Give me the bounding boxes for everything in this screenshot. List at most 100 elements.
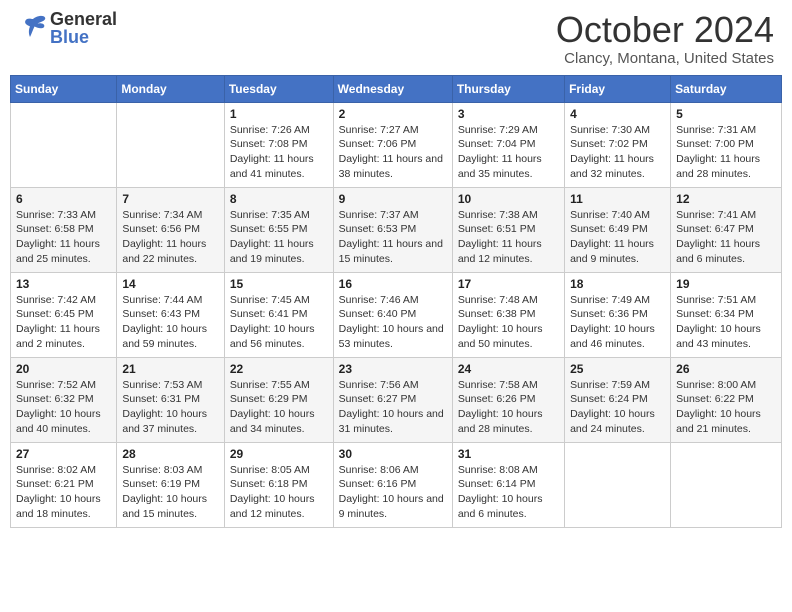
day-number: 19 xyxy=(676,277,776,291)
day-number: 13 xyxy=(16,277,111,291)
weekday-header-cell: Thursday xyxy=(452,75,564,102)
day-number: 6 xyxy=(16,192,111,206)
logo-line1: General xyxy=(50,10,117,28)
calendar-day-cell xyxy=(671,442,782,527)
day-info: Sunrise: 8:02 AMSunset: 6:21 PMDaylight:… xyxy=(16,463,111,522)
calendar-day-cell: 25 Sunrise: 7:59 AMSunset: 6:24 PMDayligh… xyxy=(565,357,671,442)
logo-line2: Blue xyxy=(50,28,117,46)
day-number: 18 xyxy=(570,277,665,291)
calendar-day-cell: 7 Sunrise: 7:34 AMSunset: 6:56 PMDaylight… xyxy=(117,187,224,272)
day-number: 15 xyxy=(230,277,328,291)
day-number: 2 xyxy=(339,107,447,121)
calendar-week-row: 27 Sunrise: 8:02 AMSunset: 6:21 PMDayligh… xyxy=(11,442,782,527)
calendar-week-row: 1Sunrise: 7:26 AMSunset: 7:08 PMDaylight… xyxy=(11,102,782,187)
day-number: 26 xyxy=(676,362,776,376)
day-info: Sunrise: 7:44 AMSunset: 6:43 PMDaylight:… xyxy=(122,293,218,352)
title-area: October 2024 Clancy, Montana, United Sta… xyxy=(556,10,774,67)
calendar-day-cell: 17Sunrise: 7:48 AMSunset: 6:38 PMDayligh… xyxy=(452,272,564,357)
day-number: 21 xyxy=(122,362,218,376)
location-title: Clancy, Montana, United States xyxy=(556,50,774,67)
day-number: 20 xyxy=(16,362,111,376)
day-info: Sunrise: 7:41 AMSunset: 6:47 PMDaylight:… xyxy=(676,208,776,267)
calendar-day-cell: 11Sunrise: 7:40 AMSunset: 6:49 PMDayligh… xyxy=(565,187,671,272)
day-info: Sunrise: 7:45 AMSunset: 6:41 PMDaylight:… xyxy=(230,293,328,352)
month-title: October 2024 xyxy=(556,10,774,50)
day-number: 9 xyxy=(339,192,447,206)
day-info: Sunrise: 7:33 AMSunset: 6:58 PMDaylight:… xyxy=(16,208,111,267)
calendar-day-cell: 24Sunrise: 7:58 AMSunset: 6:26 PMDayligh… xyxy=(452,357,564,442)
calendar-day-cell: 6 Sunrise: 7:33 AMSunset: 6:58 PMDaylight… xyxy=(11,187,117,272)
calendar-day-cell: 29Sunrise: 8:05 AMSunset: 6:18 PMDayligh… xyxy=(224,442,333,527)
weekday-header-cell: Sunday xyxy=(11,75,117,102)
calendar-day-cell: 16 Sunrise: 7:46 AMSunset: 6:40 PMDayligh… xyxy=(333,272,452,357)
day-info: Sunrise: 7:37 AMSunset: 6:53 PMDaylight:… xyxy=(339,208,447,267)
calendar-week-row: 13 Sunrise: 7:42 AMSunset: 6:45 PMDayligh… xyxy=(11,272,782,357)
day-info: Sunrise: 7:52 AMSunset: 6:32 PMDaylight:… xyxy=(16,378,111,437)
calendar-day-cell: 4 Sunrise: 7:30 AMSunset: 7:02 PMDaylight… xyxy=(565,102,671,187)
day-number: 28 xyxy=(122,447,218,461)
weekday-header-cell: Monday xyxy=(117,75,224,102)
day-info: Sunrise: 7:49 AMSunset: 6:36 PMDaylight:… xyxy=(570,293,665,352)
calendar-day-cell: 19 Sunrise: 7:51 AMSunset: 6:34 PMDayligh… xyxy=(671,272,782,357)
day-number: 5 xyxy=(676,107,776,121)
calendar-body: 1Sunrise: 7:26 AMSunset: 7:08 PMDaylight… xyxy=(11,102,782,527)
day-info: Sunrise: 7:53 AMSunset: 6:31 PMDaylight:… xyxy=(122,378,218,437)
day-number: 22 xyxy=(230,362,328,376)
day-number: 14 xyxy=(122,277,218,291)
calendar-day-cell: 22 Sunrise: 7:55 AMSunset: 6:29 PMDayligh… xyxy=(224,357,333,442)
day-number: 10 xyxy=(458,192,559,206)
day-number: 11 xyxy=(570,192,665,206)
calendar-day-cell: 3Sunrise: 7:29 AMSunset: 7:04 PMDaylight… xyxy=(452,102,564,187)
day-number: 23 xyxy=(339,362,447,376)
day-number: 12 xyxy=(676,192,776,206)
day-info: Sunrise: 7:55 AMSunset: 6:29 PMDaylight:… xyxy=(230,378,328,437)
calendar-day-cell: 26 Sunrise: 8:00 AMSunset: 6:22 PMDayligh… xyxy=(671,357,782,442)
calendar-day-cell: 30Sunrise: 8:06 AMSunset: 6:16 PMDayligh… xyxy=(333,442,452,527)
day-info: Sunrise: 7:30 AMSunset: 7:02 PMDaylight:… xyxy=(570,123,665,182)
day-number: 25 xyxy=(570,362,665,376)
weekday-header-cell: Tuesday xyxy=(224,75,333,102)
calendar-day-cell: 10 Sunrise: 7:38 AMSunset: 6:51 PMDayligh… xyxy=(452,187,564,272)
calendar-day-cell: 2 Sunrise: 7:27 AMSunset: 7:06 PMDaylight… xyxy=(333,102,452,187)
calendar-day-cell: 9 Sunrise: 7:37 AMSunset: 6:53 PMDaylight… xyxy=(333,187,452,272)
day-info: Sunrise: 7:46 AMSunset: 6:40 PMDaylight:… xyxy=(339,293,447,352)
day-number: 27 xyxy=(16,447,111,461)
calendar-day-cell: 1Sunrise: 7:26 AMSunset: 7:08 PMDaylight… xyxy=(224,102,333,187)
calendar-day-cell: 8 Sunrise: 7:35 AMSunset: 6:55 PMDaylight… xyxy=(224,187,333,272)
day-info: Sunrise: 8:00 AMSunset: 6:22 PMDaylight:… xyxy=(676,378,776,437)
day-info: Sunrise: 8:05 AMSunset: 6:18 PMDaylight:… xyxy=(230,463,328,522)
calendar-day-cell: 23Sunrise: 7:56 AMSunset: 6:27 PMDayligh… xyxy=(333,357,452,442)
calendar-day-cell xyxy=(565,442,671,527)
day-info: Sunrise: 7:51 AMSunset: 6:34 PMDaylight:… xyxy=(676,293,776,352)
calendar-day-cell: 31 Sunrise: 8:08 AMSunset: 6:14 PMDayligh… xyxy=(452,442,564,527)
day-info: Sunrise: 7:26 AMSunset: 7:08 PMDaylight:… xyxy=(230,123,328,182)
logo-bird-icon xyxy=(18,13,48,43)
day-info: Sunrise: 7:59 AMSunset: 6:24 PMDaylight:… xyxy=(570,378,665,437)
weekday-header-cell: Friday xyxy=(565,75,671,102)
calendar-day-cell: 13 Sunrise: 7:42 AMSunset: 6:45 PMDayligh… xyxy=(11,272,117,357)
calendar-day-cell: 21 Sunrise: 7:53 AMSunset: 6:31 PMDayligh… xyxy=(117,357,224,442)
calendar-day-cell: 18 Sunrise: 7:49 AMSunset: 6:36 PMDayligh… xyxy=(565,272,671,357)
day-info: Sunrise: 8:06 AMSunset: 6:16 PMDaylight:… xyxy=(339,463,447,522)
day-number: 8 xyxy=(230,192,328,206)
calendar-day-cell xyxy=(117,102,224,187)
day-info: Sunrise: 7:35 AMSunset: 6:55 PMDaylight:… xyxy=(230,208,328,267)
calendar-day-cell: 28 Sunrise: 8:03 AMSunset: 6:19 PMDayligh… xyxy=(117,442,224,527)
page-header: General Blue October 2024 Clancy, Montan… xyxy=(10,10,782,67)
day-number: 4 xyxy=(570,107,665,121)
day-info: Sunrise: 7:38 AMSunset: 6:51 PMDaylight:… xyxy=(458,208,559,267)
day-info: Sunrise: 8:03 AMSunset: 6:19 PMDaylight:… xyxy=(122,463,218,522)
day-info: Sunrise: 7:27 AMSunset: 7:06 PMDaylight:… xyxy=(339,123,447,182)
day-info: Sunrise: 7:42 AMSunset: 6:45 PMDaylight:… xyxy=(16,293,111,352)
calendar-day-cell: 14 Sunrise: 7:44 AMSunset: 6:43 PMDayligh… xyxy=(117,272,224,357)
day-info: Sunrise: 7:34 AMSunset: 6:56 PMDaylight:… xyxy=(122,208,218,267)
day-number: 31 xyxy=(458,447,559,461)
day-number: 7 xyxy=(122,192,218,206)
day-info: Sunrise: 8:08 AMSunset: 6:14 PMDaylight:… xyxy=(458,463,559,522)
weekday-header-cell: Saturday xyxy=(671,75,782,102)
calendar-day-cell: 27 Sunrise: 8:02 AMSunset: 6:21 PMDayligh… xyxy=(11,442,117,527)
weekday-header-row: SundayMondayTuesdayWednesdayThursdayFrid… xyxy=(11,75,782,102)
day-number: 17 xyxy=(458,277,559,291)
calendar-table: SundayMondayTuesdayWednesdayThursdayFrid… xyxy=(10,75,782,528)
day-number: 16 xyxy=(339,277,447,291)
